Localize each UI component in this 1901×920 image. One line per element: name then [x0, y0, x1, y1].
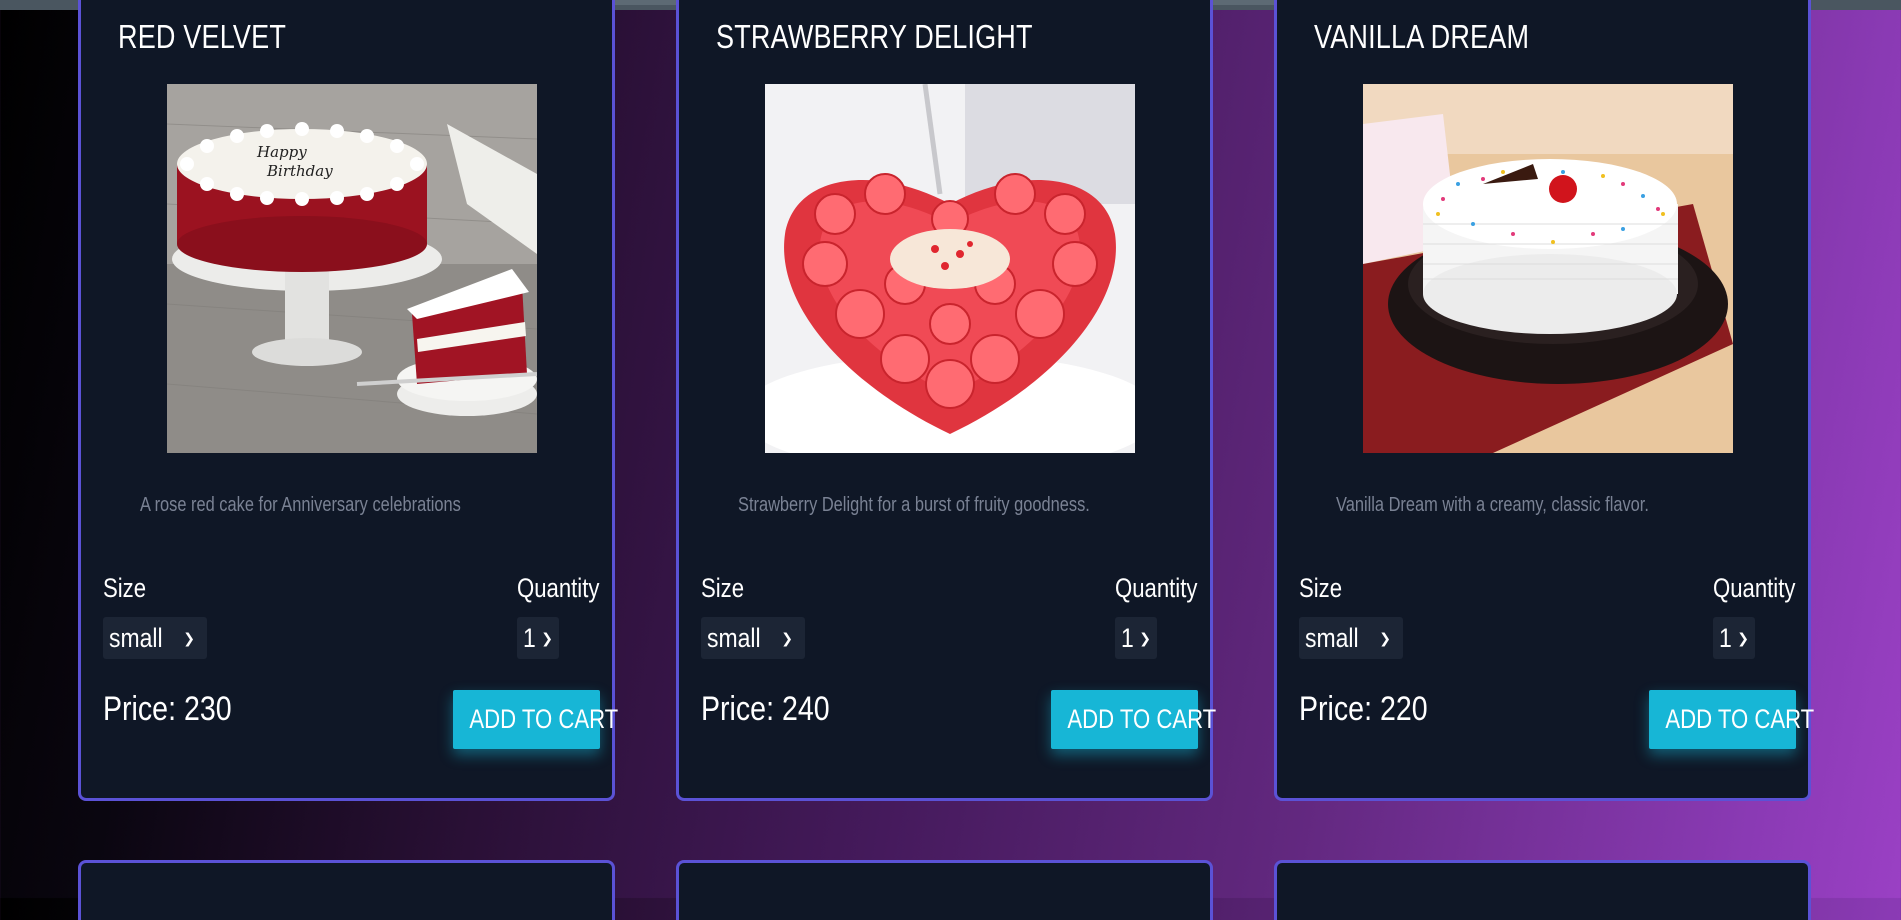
cake-text-line-2: Birthday — [266, 162, 333, 180]
chevron-down-icon: ❯ — [1139, 630, 1151, 646]
size-select[interactable]: small ❯ — [1299, 617, 1403, 659]
quantity-select-value: 1 — [1121, 623, 1134, 653]
product-description: Vanilla Dream with a creamy, classic fla… — [1336, 494, 1649, 516]
quantity-select-value: 1 — [1719, 623, 1732, 653]
chevron-down-icon: ❯ — [781, 630, 793, 646]
product-card-next-row-1 — [78, 860, 615, 920]
product-card-next-row-2 — [676, 860, 1213, 920]
chevron-down-icon: ❯ — [1737, 630, 1749, 646]
chevron-down-icon: ❯ — [1379, 630, 1391, 646]
cake-text-line-1: Happy — [256, 143, 307, 161]
product-description: A rose red cake for Anniversary celebrat… — [140, 494, 461, 516]
quantity-label: Quantity — [1713, 573, 1796, 603]
size-select[interactable]: small ❯ — [103, 617, 207, 659]
size-select-value: small — [707, 623, 761, 653]
product-card-vanilla-dream: VANILLA DREAM Vanilla Dream with a cream… — [1274, 0, 1814, 801]
add-to-cart-label: ADD TO CART — [469, 704, 619, 734]
quantity-select[interactable]: 1 ❯ — [517, 617, 559, 659]
add-to-cart-label: ADD TO CART — [1665, 704, 1815, 734]
product-card-red-velvet: RED VELVET Happy Birthday A rose red cak… — [78, 0, 618, 801]
product-title: VANILLA DREAM — [1314, 18, 1530, 55]
vanilla-cake-image — [1363, 84, 1733, 453]
size-label: Size — [1299, 573, 1343, 603]
add-to-cart-button[interactable]: ADD TO CART — [1051, 690, 1216, 749]
product-title: STRAWBERRY DELIGHT — [716, 18, 1033, 55]
size-label: Size — [103, 573, 147, 603]
size-select-value: small — [109, 623, 163, 653]
product-card-strawberry-delight: STRAWBERRY DELIGHT Strawberry Delight fo… — [676, 0, 1216, 801]
quantity-select[interactable]: 1 ❯ — [1115, 617, 1157, 659]
product-description: Strawberry Delight for a burst of fruity… — [738, 494, 1090, 516]
product-price: Price: 230 — [103, 690, 232, 728]
product-card-next-row-3 — [1274, 860, 1811, 920]
add-to-cart-button[interactable]: ADD TO CART — [453, 690, 618, 749]
size-label: Size — [701, 573, 745, 603]
chevron-down-icon: ❯ — [183, 630, 195, 646]
quantity-select-value: 1 — [523, 623, 536, 653]
add-to-cart-label: ADD TO CART — [1067, 704, 1217, 734]
product-price: Price: 220 — [1299, 690, 1428, 728]
size-select-value: small — [1305, 623, 1359, 653]
quantity-select[interactable]: 1 ❯ — [1713, 617, 1755, 659]
product-title: RED VELVET — [118, 18, 287, 55]
add-to-cart-button[interactable]: ADD TO CART — [1649, 690, 1814, 749]
product-price: Price: 240 — [701, 690, 830, 728]
quantity-label: Quantity — [1115, 573, 1198, 603]
red-velvet-cake-image: Happy Birthday — [167, 84, 537, 453]
quantity-label: Quantity — [517, 573, 600, 603]
chevron-down-icon: ❯ — [541, 630, 553, 646]
strawberry-cake-image — [765, 84, 1135, 453]
size-select[interactable]: small ❯ — [701, 617, 805, 659]
